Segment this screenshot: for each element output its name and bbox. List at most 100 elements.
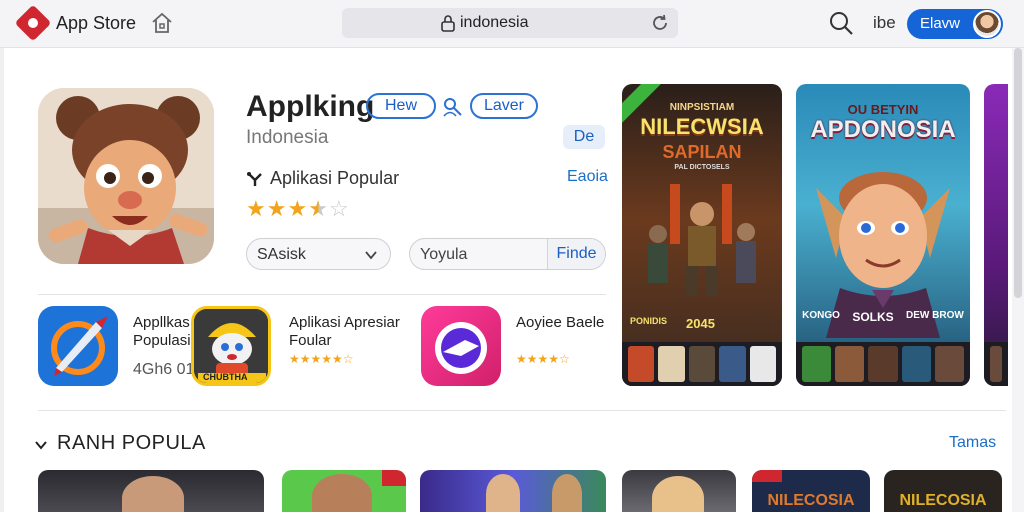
thumb[interactable] — [628, 346, 655, 382]
thumb[interactable] — [688, 346, 716, 382]
mini-app-icon-3[interactable] — [421, 306, 501, 386]
featured-app-icon[interactable] — [38, 88, 214, 264]
warriors-illustration — [648, 184, 756, 296]
filter-select[interactable]: SAsisk — [246, 238, 391, 270]
category-row: Aplikasi Popular — [246, 168, 399, 189]
reload-icon[interactable] — [650, 13, 670, 33]
person-image — [652, 476, 704, 512]
thumb[interactable] — [934, 346, 965, 382]
bottom-card-5[interactable]: NILECOSIA — [752, 470, 870, 512]
later-chip[interactable]: Laver — [470, 93, 538, 119]
star-empty-icon: ☆ — [328, 196, 350, 221]
thumb[interactable] — [719, 346, 746, 382]
section-title: RANH POPULA — [57, 432, 206, 454]
game-banner-1[interactable]: NINPSISTIAM NILECWSIA SAPILAN PAL DICTOS… — [622, 84, 782, 386]
person-image — [552, 474, 582, 512]
category-icon — [247, 171, 262, 186]
thumb[interactable] — [749, 346, 777, 382]
banner-2-footer: KONGO SOLKS DEW BROW — [796, 310, 970, 324]
mini-app-title-1-line2: Populasi — [133, 332, 191, 349]
mini-app-icon-1[interactable] — [38, 306, 118, 386]
mini-app-stars-3: ★★★★☆ — [516, 352, 570, 366]
new-chip[interactable]: Hew — [366, 93, 436, 119]
game-banner-3-partial[interactable] — [984, 84, 1008, 386]
banner-3-thumbs — [984, 342, 1008, 386]
banner-1-year: 2045 — [686, 316, 715, 331]
see-all-link[interactable]: Tamas — [949, 434, 996, 452]
people-search-icon[interactable] — [442, 96, 464, 118]
bottom-card-6-label: NILECOSIA — [899, 492, 987, 509]
star-icon: ★ — [246, 196, 267, 221]
user-button[interactable]: Elavw — [907, 9, 1003, 39]
bottom-card-1[interactable] — [38, 470, 264, 512]
mini-app-title-1[interactable]: Appllkas Populasi — [133, 314, 191, 350]
app-store-brand[interactable]: App Store — [14, 4, 137, 42]
star-icon: ★ — [287, 196, 309, 221]
language-badge[interactable]: De — [563, 125, 605, 149]
url-text: indonesia — [460, 14, 529, 31]
corner-badge — [382, 470, 406, 486]
person-image — [486, 474, 520, 512]
banner-1-tagline: PAL DICTOSELS — [674, 164, 730, 171]
game-banner-2[interactable]: OU BETYIN APDONOSIA KONGO SOLKS DEW BROW — [796, 84, 970, 386]
bottom-card-4[interactable] — [622, 470, 736, 512]
address-bar[interactable]: indonesia — [342, 8, 678, 38]
find-button[interactable]: Finde — [547, 239, 605, 269]
person-image — [312, 474, 372, 512]
star-icon: ★ — [266, 196, 288, 221]
banner-1-thumbs — [622, 342, 782, 386]
banner-2-top: OU BETYIN — [847, 102, 919, 117]
banner-2-footer-mid: SOLKS — [852, 310, 894, 324]
user-button-label: Elavw — [920, 15, 961, 32]
app-name: App Store — [56, 12, 137, 33]
rating-stars: ★★★★☆ — [246, 196, 350, 222]
corner-badge — [752, 470, 782, 482]
mini-app-title-3-line1: Aoyiee Baele — [516, 314, 605, 331]
mini-app-title-2-line1: Aplikasi Apresiar — [289, 314, 400, 331]
thumb[interactable] — [868, 346, 898, 382]
left-edge — [0, 48, 4, 512]
mini-app-stars-2: ★★★★★☆ — [289, 352, 354, 366]
banner-1-title: NILECWSIA — [640, 114, 764, 139]
bottom-card-2[interactable] — [282, 470, 406, 512]
thumb[interactable] — [658, 346, 685, 382]
top-bar: App Store indonesia ibe Elavw — [0, 0, 1024, 48]
mini-app-title-1-line1: Appllkas — [133, 314, 190, 331]
search-icon[interactable] — [828, 10, 854, 36]
thumb[interactable] — [990, 346, 1002, 382]
chevron-down-icon[interactable] — [34, 438, 48, 452]
bottom-card-5-label: NILECOSIA — [767, 492, 855, 509]
puppet-illustration — [38, 88, 214, 264]
avatar — [973, 10, 1001, 38]
mini-app-title-3[interactable]: Aoyiee Baele — [516, 314, 604, 332]
banner-2-thumbs — [796, 342, 970, 386]
scrollbar-thumb[interactable] — [1014, 48, 1022, 298]
rocket-compass-icon — [38, 306, 118, 386]
mini-game-label: CHUBTHA — [203, 372, 248, 382]
divider — [38, 410, 1006, 411]
home-icon[interactable] — [150, 11, 174, 35]
divider — [38, 294, 606, 295]
mini-app-title-2[interactable]: Aplikasi Apresiar Foular — [289, 314, 400, 350]
half-star-icon: ★ — [308, 196, 329, 221]
mini-app-title-2-line2: Foular — [289, 332, 332, 349]
person-image — [122, 476, 184, 512]
thumb[interactable] — [901, 346, 931, 382]
thumb[interactable] — [835, 346, 865, 382]
category-link[interactable]: Eaoia — [567, 168, 608, 186]
banner-2-title: APDONOSIA — [810, 116, 956, 143]
find-input[interactable]: Yoyula — [420, 246, 467, 264]
banner-1-top: NINPSISTIAM — [669, 102, 735, 113]
scrollbar[interactable] — [1012, 48, 1024, 512]
find-field[interactable]: Yoyula Finde — [409, 238, 606, 270]
circle-arrow-icon — [421, 306, 501, 386]
category-label: Aplikasi Popular — [270, 168, 400, 188]
bottom-card-6[interactable]: NILECOSIA — [884, 470, 1002, 512]
thumb[interactable] — [802, 346, 832, 382]
app-country: Indonesia — [246, 127, 329, 148]
top-short-label[interactable]: ibe — [873, 13, 896, 33]
bottom-card-3[interactable] — [420, 470, 606, 512]
lock-icon — [441, 15, 455, 32]
banner-1-subtitle: SAPILAN — [662, 142, 742, 162]
filter-select-value: SAsisk — [257, 246, 306, 263]
